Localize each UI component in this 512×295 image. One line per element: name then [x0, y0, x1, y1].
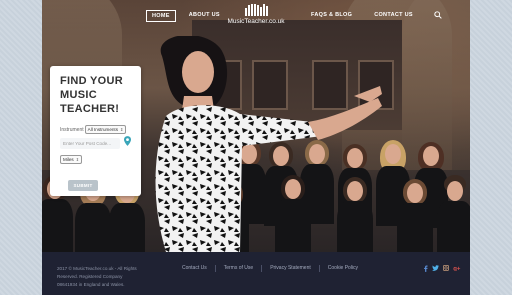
footer-link-cookie[interactable]: Cookie Policy	[318, 265, 366, 272]
instrument-select[interactable]: All Instruments ⇕	[84, 125, 127, 134]
social-links: g+	[423, 265, 461, 272]
google-plus-icon[interactable]: g+	[453, 265, 461, 271]
piano-logo-icon	[244, 4, 268, 16]
facebook-icon[interactable]	[423, 265, 428, 272]
chevron-updown-icon: ⇕	[75, 157, 80, 162]
page-side-left	[0, 0, 42, 295]
twitter-icon[interactable]	[432, 265, 439, 271]
instrument-label: Instrument	[60, 126, 84, 133]
map-pin-icon[interactable]	[124, 135, 131, 146]
card-title: FIND YOUR MUSIC TEACHER!	[60, 75, 124, 115]
footer-link-terms[interactable]: Terms of Use	[214, 265, 261, 272]
site-header: HOME ABOUT US MusicTeacher.co.uk FAQS & …	[42, 0, 470, 30]
distance-select[interactable]: Miles ⇕	[60, 155, 83, 164]
postcode-input[interactable]: Enter Your Post Code...	[60, 138, 120, 149]
page-side-right	[470, 0, 512, 295]
site-logo[interactable]: MusicTeacher.co.uk	[227, 4, 285, 28]
find-teacher-card: FIND YOUR MUSIC TEACHER! Instrument All …	[50, 66, 141, 196]
nav-home[interactable]: HOME	[146, 10, 176, 22]
nav-left: HOME ABOUT US	[146, 10, 225, 22]
footer-links: Contact Us Terms of Use Privacy Statemen…	[174, 265, 366, 272]
svg-text:g+: g+	[453, 266, 461, 271]
nav-contact-us[interactable]: CONTACT US	[369, 10, 418, 20]
footer-copyright: 2017 © MusicTeacher.co.uk - All Rights R…	[57, 266, 137, 287]
logo-text: MusicTeacher.co.uk	[227, 18, 285, 25]
site-footer: 2017 © MusicTeacher.co.uk - All Rights R…	[42, 252, 470, 295]
nav-right: FAQS & BLOG CONTACT US	[306, 10, 442, 20]
nav-faqs-blog[interactable]: FAQS & BLOG	[306, 10, 357, 20]
instagram-icon[interactable]	[443, 265, 449, 271]
submit-button[interactable]: SUBMIT	[68, 180, 98, 191]
conductor-figure	[155, 36, 382, 252]
nav-about-us[interactable]: ABOUT US	[184, 10, 225, 22]
search-icon[interactable]	[434, 11, 442, 19]
site-frame: HOME ABOUT US MusicTeacher.co.uk FAQS & …	[42, 0, 470, 295]
footer-link-contact-us[interactable]: Contact Us	[174, 265, 215, 272]
chevron-updown-icon: ⇕	[120, 127, 124, 132]
footer-link-privacy[interactable]: Privacy Statement	[261, 265, 319, 272]
